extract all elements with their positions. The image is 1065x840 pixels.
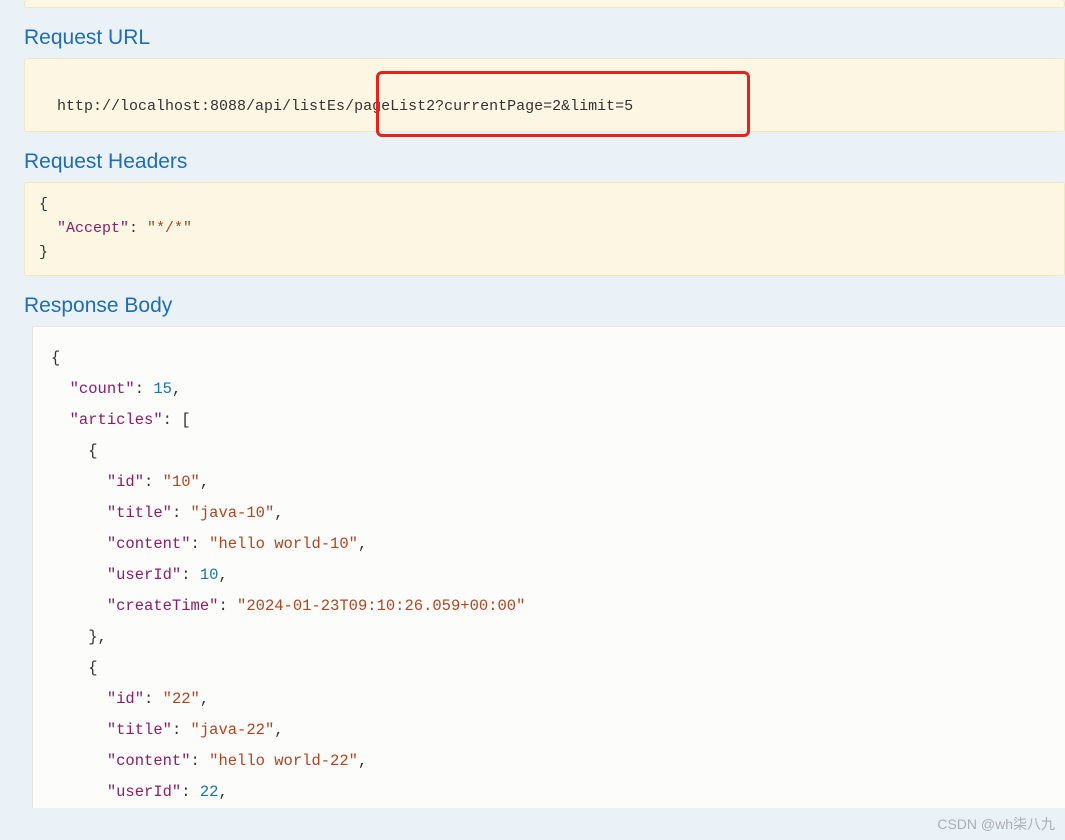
request-url-value: http://localhost:8088/api/listEs/pageLis… — [57, 98, 633, 115]
top-code-box-partial — [24, 0, 1065, 8]
response-body-heading: Response Body — [24, 294, 1065, 318]
response-body-json: { "count": 15, "articles": [ { "id": "10… — [51, 343, 1047, 808]
watermark-text: CSDN @wh柒八九 — [937, 814, 1055, 834]
request-url-heading: Request URL — [24, 26, 1065, 50]
response-body-box: { "count": 15, "articles": [ { "id": "10… — [32, 326, 1065, 808]
request-headers-box: { "Accept": "*/*" } — [24, 182, 1065, 276]
request-url-box: http://localhost:8088/api/listEs/pageLis… — [24, 58, 1065, 132]
request-headers-heading: Request Headers — [24, 150, 1065, 174]
